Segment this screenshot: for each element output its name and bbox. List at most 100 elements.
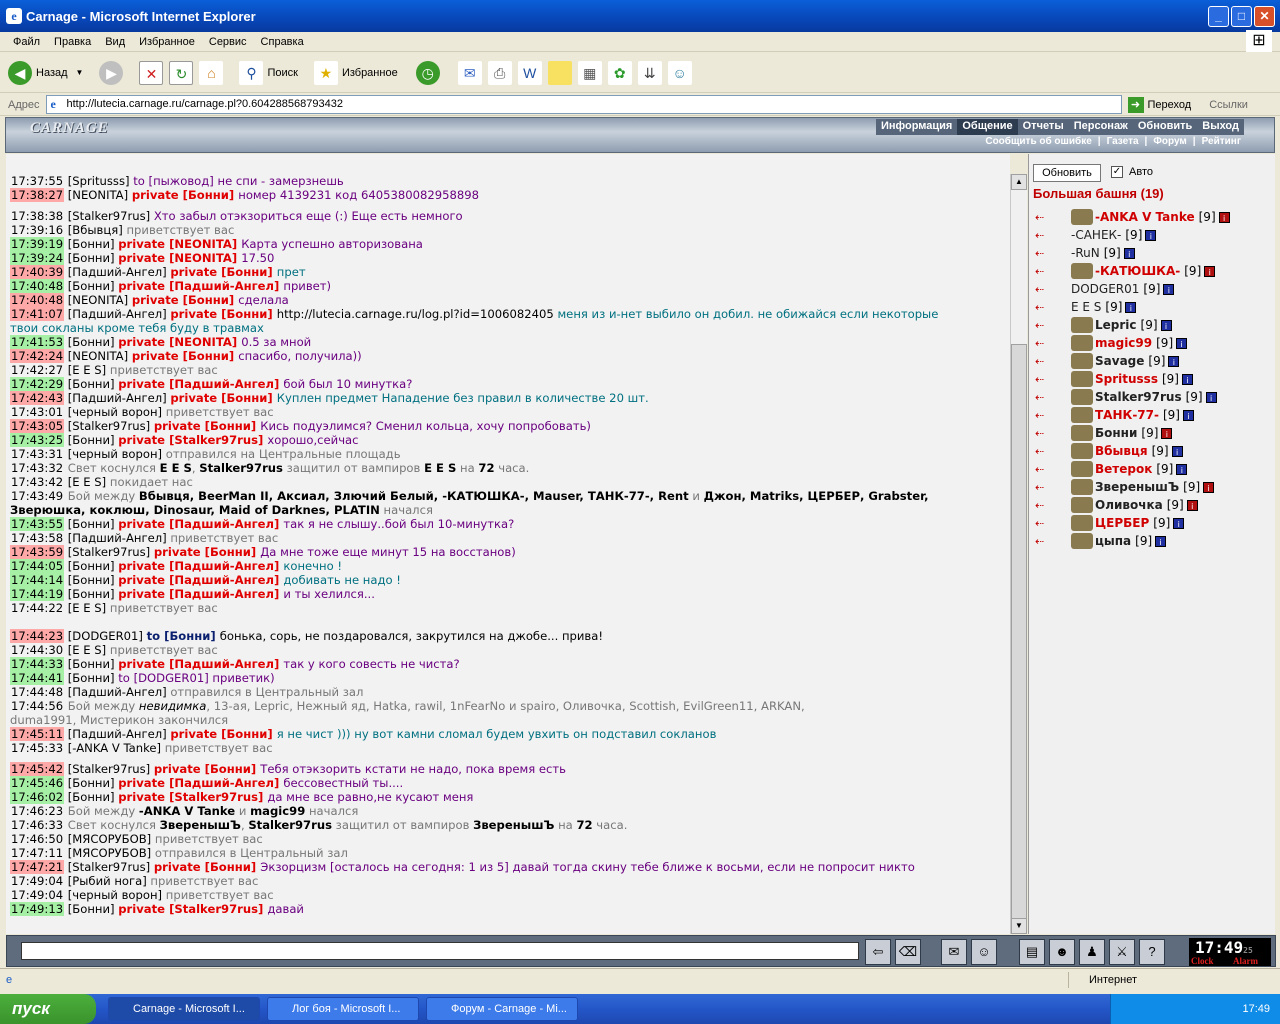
chat-recipient[interactable]: private [Бонни] [170,727,276,741]
user-info-icon[interactable]: i [1145,229,1157,241]
clear-eraser-button[interactable]: ⌫ [895,939,921,965]
chat-timestamp[interactable]: 17:44:56 [10,699,64,713]
mail-envelope-button[interactable]: ✉ [941,939,967,965]
user-row[interactable]: ⇠ Lepric [9] i [1031,316,1276,334]
user-name[interactable]: Вбывця [1095,444,1148,458]
chat-recipient[interactable]: private [Падший-Ангел] [118,279,283,293]
research-button[interactable]: ▦ [577,60,602,85]
chat-timestamp[interactable]: 17:43:49 [10,489,64,503]
user-name[interactable]: -КАТЮШКА- [1095,264,1180,278]
user-row[interactable]: ⇠ Stalker97rus [9] i [1031,388,1276,406]
user-row[interactable]: ⇠ -САНЕК- [9] i [1031,226,1276,244]
private-arrow-icon[interactable]: ⇠ [1035,211,1049,224]
chat-timestamp[interactable]: 17:38:27 [10,188,65,202]
chat-recipient[interactable]: private [Падший-Ангел] [118,573,283,587]
chat-timestamp[interactable]: 17:43:32 [10,461,64,475]
nav-exit[interactable]: Выход [1197,119,1244,135]
nav-rating[interactable]: Рейтинг [1202,136,1241,147]
chat-timestamp[interactable]: 17:42:43 [10,391,65,405]
chat-timestamp[interactable]: 17:40:48 [10,279,65,293]
private-arrow-icon[interactable]: ⇠ [1035,337,1049,350]
refresh-users-button[interactable]: Обновить [1033,164,1101,182]
nav-refresh[interactable]: Обновить [1133,119,1197,135]
chat-timestamp[interactable]: 17:41:07 [10,307,65,321]
user-row[interactable]: ⇠ -ANKA V Tanke [9] i [1031,208,1276,226]
home-button[interactable]: ⌂ [199,60,224,85]
nav-report-bug[interactable]: Сообщить об ошибке [985,136,1091,147]
chat-recipient[interactable]: private [Падший-Ангел] [118,776,283,790]
chat-timestamp[interactable]: 17:43:42 [10,475,64,489]
chat-timestamp[interactable]: 17:44:22 [10,601,64,615]
chat-recipient[interactable]: private [Бонни] [132,349,238,363]
smiley-button[interactable]: ☺ [971,939,997,965]
user-row[interactable]: ⇠ DODGER01 [9] i [1031,280,1276,298]
stop-button[interactable]: ✕ [139,60,164,85]
bookmark-button[interactable]: ⇊ [637,60,662,85]
private-arrow-icon[interactable]: ⇠ [1035,229,1049,242]
chat-timestamp[interactable]: 17:49:13 [10,902,65,916]
chat-recipient[interactable]: private [Бонни] [132,293,238,307]
edit-button[interactable]: W [517,60,542,85]
menu-help[interactable]: Справка [261,36,304,48]
chat-timestamp[interactable]: 17:43:31 [10,447,64,461]
chat-recipient[interactable]: private [Падший-Ангел] [118,587,283,601]
user-row[interactable]: ⇠ цыпа [9] i [1031,532,1276,550]
chat-recipient[interactable]: private [Stalker97rus] [118,790,267,804]
chat-timestamp[interactable]: 17:45:33 [10,741,64,755]
nav-newspaper[interactable]: Газета [1107,136,1139,147]
menu-favorites[interactable]: Избранное [139,36,195,48]
user-name[interactable]: ЦЕРБЕР [1095,516,1149,530]
chat-timestamp[interactable]: 17:39:19 [10,237,65,251]
chat-timestamp[interactable]: 17:38:38 [10,209,64,223]
user-info-icon[interactable]: i [1160,319,1172,331]
user-info-icon[interactable]: i [1161,427,1173,439]
user-row[interactable]: ⇠ -RuN [9] i [1031,244,1276,262]
user-info-icon[interactable]: i [1173,517,1185,529]
start-button[interactable]: пуск [0,994,96,1024]
favorites-button[interactable]: ★ Избранное [313,60,398,85]
chest-button[interactable]: ▤ [1019,939,1045,965]
user-row[interactable]: ⇠ ЗверенышЪ [9] i [1031,478,1276,496]
chat-recipient[interactable]: private [NEONITA] [118,237,241,251]
private-arrow-icon[interactable]: ⇠ [1035,301,1049,314]
print-button[interactable]: ⎙ [487,60,512,85]
address-input[interactable]: http://lutecia.carnage.ru/carnage.pl?0.6… [45,95,1122,114]
user-row[interactable]: ⇠ ЦЕРБЕР [9] i [1031,514,1276,532]
chat-timestamp[interactable]: 17:42:27 [10,363,64,377]
chat-timestamp[interactable]: 17:46:33 [10,818,64,832]
nav-chat[interactable]: Общение [957,119,1018,135]
auto-refresh-toggle[interactable]: ✓ Авто [1111,166,1153,178]
chat-timestamp[interactable]: 17:44:23 [10,629,65,643]
back-button[interactable]: ◀ Назад ▼ [8,60,83,85]
user-name[interactable]: ТАНК-77- [1095,408,1159,422]
go-button[interactable]: ➜ Переход [1127,96,1191,113]
private-arrow-icon[interactable]: ⇠ [1035,463,1049,476]
nav-reports[interactable]: Отчеты [1018,119,1069,135]
chat-timestamp[interactable]: 17:40:39 [10,265,65,279]
icq-button[interactable]: ✿ [607,60,632,85]
private-arrow-icon[interactable]: ⇠ [1035,283,1049,296]
private-arrow-icon[interactable]: ⇠ [1035,499,1049,512]
checkbox-icon[interactable]: ✓ [1111,166,1123,178]
chat-recipient[interactable]: private [Бонни] [154,860,260,874]
user-info-icon[interactable]: i [1176,337,1188,349]
chat-timestamp[interactable]: 17:44:05 [10,559,65,573]
minimize-button[interactable]: _ [1208,6,1229,27]
private-arrow-icon[interactable]: ⇠ [1035,445,1049,458]
nav-character[interactable]: Персонаж [1069,119,1133,135]
links-label[interactable]: Ссылки [1209,99,1248,111]
chat-timestamp[interactable]: 17:46:23 [10,804,64,818]
user-info-icon[interactable]: i [1205,391,1217,403]
chat-timestamp[interactable]: 17:42:29 [10,377,65,391]
history-button[interactable]: ◷ [415,60,440,85]
chat-recipient[interactable]: private [Падший-Ангел] [118,377,283,391]
maximize-button[interactable]: □ [1231,6,1252,27]
user-row[interactable]: ⇠ E E S [9] i [1031,298,1276,316]
chat-timestamp[interactable]: 17:49:04 [10,888,64,902]
send-arrow-button[interactable]: ⇦ [865,939,891,965]
chat-recipient[interactable]: private [Stalker97rus] [118,902,267,916]
refresh-button[interactable]: ↻ [169,60,194,85]
chat-timestamp[interactable]: 17:37:55 [10,174,64,188]
chat-timestamp[interactable]: 17:44:30 [10,643,64,657]
chat-timestamp[interactable]: 17:46:02 [10,790,65,804]
